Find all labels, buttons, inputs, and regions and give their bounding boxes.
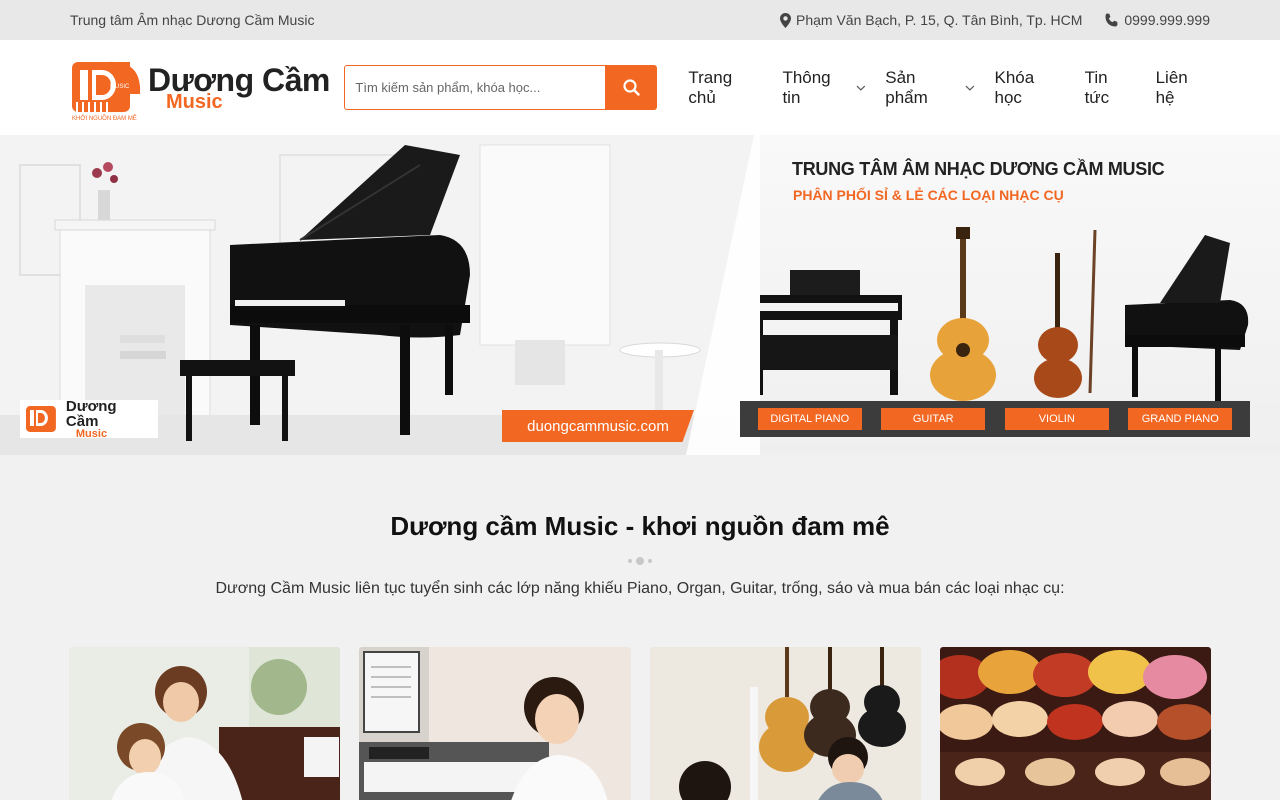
banner-category-bar: DIGITAL PIANO GUITAR VIOLIN GRAND PIANO <box>740 401 1250 437</box>
chevron-down-icon <box>856 85 865 91</box>
main-nav: Trang chủ Thông tin Sản phẩm Khóa học Ti… <box>688 68 1210 108</box>
nav-label: Tin tức <box>1084 67 1110 107</box>
site-header: MUSIC KHỞI NGUỒN ĐAM MÊ Dương Cầm Music … <box>0 40 1280 135</box>
category-guitar[interactable]: GUITAR <box>881 408 986 430</box>
section-divider <box>0 556 1280 566</box>
logo-text: Dương Cầm Music <box>148 64 330 112</box>
top-bar: Trung tâm Âm nhạc Dương Cầm Music Phạm V… <box>0 0 1280 40</box>
nav-item-contact[interactable]: Liên hệ <box>1156 68 1210 108</box>
search-icon <box>623 79 640 96</box>
nav-label: Thông tin <box>782 67 831 107</box>
course-card-instruments[interactable] <box>939 647 1211 800</box>
phone-icon <box>1105 13 1118 26</box>
phone-text: 0999.999.999 <box>1124 12 1210 28</box>
category-digital-piano[interactable]: DIGITAL PIANO <box>757 408 862 430</box>
nav-item-products[interactable]: Sản phẩm <box>885 68 974 108</box>
divider-dots-icon <box>628 557 652 565</box>
banner-logo-mark <box>25 406 56 432</box>
chevron-down-icon <box>965 85 974 91</box>
nav-item-courses[interactable]: Khóa học <box>994 68 1064 108</box>
nav-label: Trang chủ <box>688 67 733 107</box>
map-pin-icon <box>779 12 791 28</box>
nav-label: Khóa học <box>994 67 1035 107</box>
course-card-guitar[interactable] <box>649 647 921 800</box>
section-title: Dương cầm Music - khơi nguồn đam mê <box>390 511 890 541</box>
course-cards <box>0 647 1280 800</box>
banner-logo-name: Dương Cầm <box>65 397 117 430</box>
nav-label: Liên hệ <box>1155 67 1188 107</box>
category-grand-piano[interactable]: GRAND PIANO <box>1128 408 1233 430</box>
hero-banner[interactable]: Dương Cầm Music duongcammusic.com TRUNG … <box>0 135 1280 455</box>
instrument-shop-image <box>939 647 1211 800</box>
address-text: Phạm Văn Bạch, P. 15, Q. Tân Bình, Tp. H… <box>795 12 1083 28</box>
logo-tagline: KHỞI NGUỒN ĐAM MÊ <box>72 114 137 122</box>
phone-item[interactable]: 0999.999.999 <box>1104 12 1210 28</box>
search-button[interactable] <box>605 65 658 110</box>
logo[interactable]: MUSIC KHỞI NGUỒN ĐAM MÊ Dương Cầm Music <box>70 54 344 122</box>
intro-section: Dương cầm Music - khơi nguồn đam mê Dươn… <box>0 455 1280 598</box>
category-violin[interactable]: VIOLIN <box>1004 408 1109 430</box>
search-input[interactable] <box>344 65 606 110</box>
course-card-piano[interactable] <box>69 647 341 800</box>
nav-item-home[interactable]: Trang chủ <box>688 68 762 108</box>
banner-url[interactable]: duongcammusic.com <box>502 410 694 442</box>
piano-lesson-image <box>69 647 341 800</box>
nav-label: Sản phẩm <box>885 67 928 107</box>
banner-title: TRUNG TÂM ÂM NHẠC DƯƠNG CẦM MUSIC <box>792 159 1165 179</box>
organ-lesson-image <box>359 647 631 800</box>
banner-subtitle: PHÂN PHỐI SỈ & LẺ CÁC LOẠI NHẠC CỤ <box>793 187 1064 203</box>
banner-logo-text: Dương Cầm Music <box>66 399 153 440</box>
banner-room-scene: Dương Cầm Music duongcammusic.com <box>0 135 760 455</box>
banner-logo-sub: Music <box>75 427 108 440</box>
site-name: Trung tâm Âm nhạc Dương Cầm Music <box>70 12 315 28</box>
course-card-organ[interactable] <box>359 647 631 800</box>
guitar-lesson-image <box>649 647 921 800</box>
search-bar <box>344 65 658 110</box>
address-item[interactable]: Phạm Văn Bạch, P. 15, Q. Tân Bình, Tp. H… <box>779 12 1083 28</box>
nav-item-news[interactable]: Tin tức <box>1085 68 1136 108</box>
logo-mark: MUSIC KHỞI NGUỒN ĐAM MÊ <box>70 54 142 122</box>
logo-mark-text: MUSIC <box>110 84 130 90</box>
nav-item-info[interactable]: Thông tin <box>782 68 865 108</box>
banner-logo: Dương Cầm Music <box>20 399 158 440</box>
section-description: Dương Cầm Music liên tục tuyển sinh các … <box>215 580 1065 597</box>
top-bar-contacts: Phạm Văn Bạch, P. 15, Q. Tân Bình, Tp. H… <box>779 12 1210 28</box>
